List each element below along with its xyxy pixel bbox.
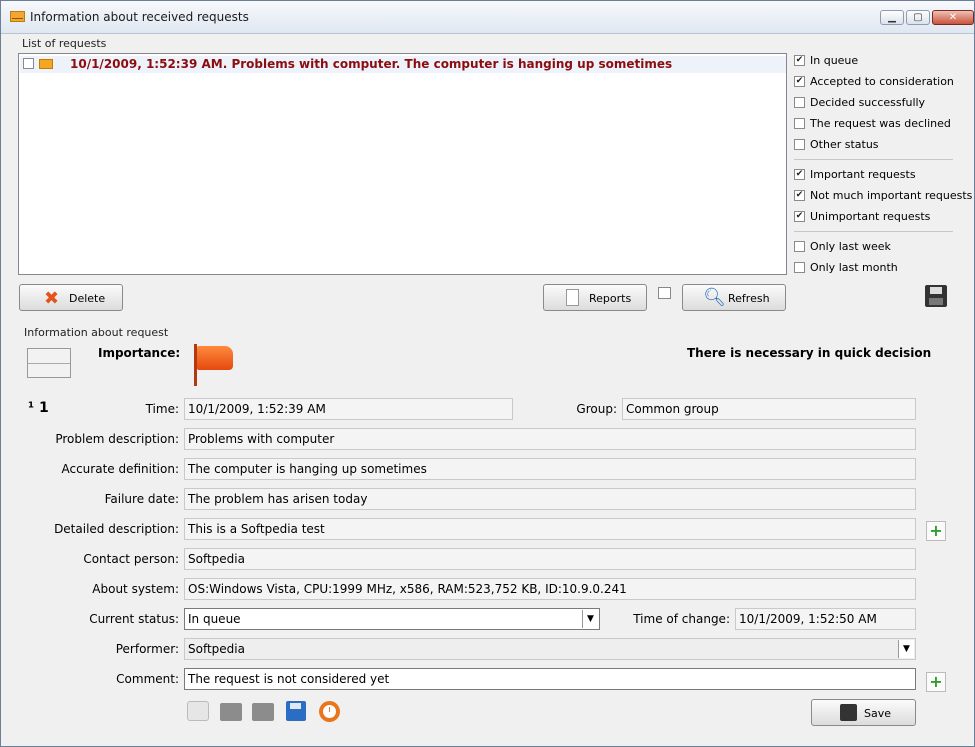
floppy-disk-icon[interactable] bbox=[286, 701, 306, 721]
change-field[interactable]: 10/1/2009, 1:52:50 AM bbox=[735, 608, 916, 630]
checkbox[interactable] bbox=[794, 139, 805, 150]
envelope-icon bbox=[39, 59, 53, 69]
list-group-label: List of requests bbox=[22, 37, 107, 50]
folder-icon[interactable] bbox=[220, 703, 242, 721]
close-button[interactable]: ✕ bbox=[932, 10, 974, 25]
group-label: Group: bbox=[576, 402, 617, 416]
checkbox[interactable] bbox=[794, 262, 805, 273]
main-window: Information about received requests ▁ ▢ … bbox=[0, 0, 975, 747]
system-label: About system: bbox=[92, 582, 179, 596]
change-label: Time of change: bbox=[633, 612, 730, 626]
floppy-disk-icon[interactable] bbox=[925, 285, 947, 307]
delete-button[interactable]: ✖ Delete bbox=[19, 284, 123, 311]
status-value: In queue bbox=[188, 612, 241, 626]
importance-label: Importance: bbox=[98, 346, 181, 360]
document-icon bbox=[566, 289, 579, 306]
group-field[interactable]: Common group bbox=[622, 398, 916, 420]
reports-button[interactable]: Reports bbox=[543, 284, 647, 311]
checkbox[interactable]: ✔ bbox=[794, 190, 805, 201]
failure-label: Failure date: bbox=[104, 492, 179, 506]
failure-field[interactable]: The problem has arisen today bbox=[184, 488, 916, 510]
contact-label: Contact person: bbox=[83, 552, 179, 566]
refresh-button[interactable]: 🔍︎ Refresh bbox=[682, 284, 786, 311]
comment-icon[interactable] bbox=[187, 701, 209, 721]
delete-icon: ✖ bbox=[44, 288, 60, 309]
accurate-label: Accurate definition: bbox=[61, 462, 179, 476]
performer-value: Softpedia bbox=[188, 642, 245, 656]
requests-list[interactable]: 10/1/2009, 1:52:39 AM. Problems with com… bbox=[18, 53, 787, 275]
chevron-down-icon[interactable]: ▼ bbox=[898, 640, 914, 658]
clock-icon[interactable] bbox=[319, 701, 340, 722]
time-label: Time: bbox=[145, 402, 179, 416]
info-group-label: Information about request bbox=[24, 326, 169, 339]
checkbox[interactable]: ✔ bbox=[794, 169, 805, 180]
request-summary: 10/1/2009, 1:52:39 AM. Problems with com… bbox=[70, 57, 673, 71]
comment-input[interactable]: The request is not considered yet bbox=[184, 668, 916, 690]
comment-label: Comment: bbox=[116, 672, 179, 686]
problem-label: Problem description: bbox=[55, 432, 179, 446]
row-checkbox[interactable] bbox=[23, 58, 34, 69]
performer-label: Performer: bbox=[115, 642, 179, 656]
flag-icon bbox=[192, 342, 236, 388]
list-item[interactable]: 10/1/2009, 1:52:39 AM. Problems with com… bbox=[20, 56, 786, 73]
checkbox[interactable]: ✔ bbox=[794, 76, 805, 87]
floppy-disk-icon bbox=[840, 704, 857, 721]
divider bbox=[794, 159, 953, 160]
status-select[interactable]: In queue ▼ bbox=[184, 608, 600, 630]
checkbox[interactable]: ✔ bbox=[794, 55, 805, 66]
system-field[interactable]: OS:Windows Vista, CPU:1999 MHz, x586, RA… bbox=[184, 578, 916, 600]
minimize-button[interactable]: ▁ bbox=[880, 10, 904, 25]
maximize-button[interactable]: ▢ bbox=[906, 10, 930, 25]
detailed-label: Detailed description: bbox=[54, 522, 179, 536]
accurate-field[interactable]: The computer is hanging up sometimes bbox=[184, 458, 916, 480]
window-title: Information about received requests bbox=[30, 10, 249, 24]
contact-field[interactable]: Softpedia bbox=[184, 548, 916, 570]
time-field[interactable]: 10/1/2009, 1:52:39 AM bbox=[184, 398, 513, 420]
save-button[interactable]: Save bbox=[811, 699, 916, 726]
envelope-icon bbox=[27, 348, 71, 378]
decision-text: There is necessary in quick decision bbox=[687, 346, 932, 360]
magnifier-icon: 🔍︎ bbox=[703, 287, 726, 308]
performer-select[interactable]: Softpedia ▼ bbox=[184, 638, 916, 660]
checkbox[interactable] bbox=[794, 241, 805, 252]
checkbox[interactable]: ✔ bbox=[794, 211, 805, 222]
calendar-icon[interactable] bbox=[658, 287, 671, 299]
problem-field[interactable]: Problems with computer bbox=[184, 428, 916, 450]
status-label: Current status: bbox=[89, 612, 179, 626]
add-comment-button[interactable]: + bbox=[926, 672, 946, 692]
detailed-field[interactable]: This is a Softpedia test bbox=[184, 518, 916, 540]
envelope-icon bbox=[10, 11, 25, 22]
checkbox[interactable] bbox=[794, 118, 805, 129]
open-folder-icon[interactable] bbox=[252, 703, 274, 721]
title-bar: Information about received requests ▁ ▢ … bbox=[1, 1, 974, 34]
chevron-down-icon[interactable]: ▼ bbox=[582, 610, 598, 628]
add-detail-button[interactable]: + bbox=[926, 521, 946, 541]
divider bbox=[794, 231, 953, 232]
checkbox[interactable] bbox=[794, 97, 805, 108]
